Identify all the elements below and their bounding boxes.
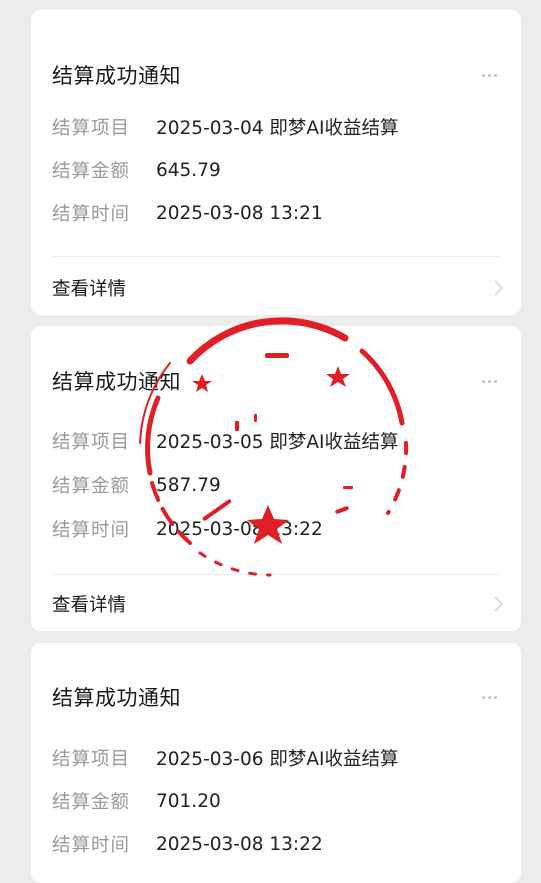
settlement-time-value: 2025-03-08 13:21 — [156, 202, 323, 224]
view-details-link[interactable]: 查看详情 — [52, 587, 503, 621]
settlement-time-label: 结算时间 — [52, 835, 131, 856]
settlement-card-2: 结算成功通知 结算项目 2025-03-05 即梦AI收益结算 结算金额 587… — [31, 326, 521, 631]
card-title: 结算成功通知 — [52, 686, 181, 710]
settlement-item-row: 结算项目 2025-03-04 即梦AI收益结算 — [52, 112, 399, 142]
settlement-item-label: 结算项目 — [52, 432, 131, 453]
settlement-time-row: 结算时间 2025-03-08 13:22 — [52, 829, 323, 859]
settlement-amount-label: 结算金额 — [52, 792, 131, 813]
settlement-amount-label: 结算金额 — [52, 161, 131, 182]
card-header: 结算成功通知 — [52, 361, 501, 401]
card-header: 结算成功通知 — [52, 677, 501, 717]
more-dots-icon[interactable] — [478, 692, 501, 703]
settlement-item-row: 结算项目 2025-03-05 即梦AI收益结算 — [52, 426, 399, 456]
settlement-amount-value: 701.20 — [156, 790, 221, 812]
chevron-right-icon — [494, 596, 503, 612]
more-dots-icon[interactable] — [478, 376, 501, 387]
card-title: 结算成功通知 — [52, 370, 181, 394]
settlement-amount-row: 结算金额 645.79 — [52, 155, 221, 185]
settlement-time-label: 结算时间 — [52, 520, 131, 541]
settlement-time-row: 结算时间 2025-03-08 13:22 — [52, 514, 323, 544]
view-details-label: 查看详情 — [52, 595, 127, 616]
settlement-item-row: 结算项目 2025-03-06 即梦AI收益结算 — [52, 743, 399, 773]
settlement-item-label: 结算项目 — [52, 749, 131, 770]
chevron-right-icon — [494, 280, 503, 296]
settlement-card-1: 结算成功通知 结算项目 2025-03-04 即梦AI收益结算 结算金额 645… — [31, 10, 521, 315]
card-title: 结算成功通知 — [52, 64, 181, 88]
settlement-item-value: 2025-03-04 即梦AI收益结算 — [156, 118, 399, 139]
settlement-time-label: 结算时间 — [52, 204, 131, 225]
view-details-label: 查看详情 — [52, 279, 127, 300]
settlement-time-value: 2025-03-08 13:22 — [156, 833, 323, 855]
settlement-card-3: 结算成功通知 结算项目 2025-03-06 即梦AI收益结算 结算金额 701… — [31, 643, 521, 883]
settlement-item-label: 结算项目 — [52, 118, 131, 139]
settlement-item-value: 2025-03-05 即梦AI收益结算 — [156, 432, 399, 453]
settlement-amount-label: 结算金额 — [52, 476, 131, 497]
settlement-amount-row: 结算金额 587.79 — [52, 470, 221, 500]
settlement-amount-value: 587.79 — [156, 474, 221, 496]
settlement-amount-value: 645.79 — [156, 159, 221, 181]
settlement-time-row: 结算时间 2025-03-08 13:21 — [52, 198, 323, 228]
more-dots-icon[interactable] — [478, 70, 501, 81]
view-details-link[interactable]: 查看详情 — [52, 271, 503, 305]
divider — [52, 574, 500, 575]
settlement-item-value: 2025-03-06 即梦AI收益结算 — [156, 749, 399, 770]
divider — [52, 256, 500, 257]
settlement-amount-row: 结算金额 701.20 — [52, 786, 221, 816]
settlement-time-value: 2025-03-08 13:22 — [156, 518, 323, 540]
card-header: 结算成功通知 — [52, 55, 501, 95]
